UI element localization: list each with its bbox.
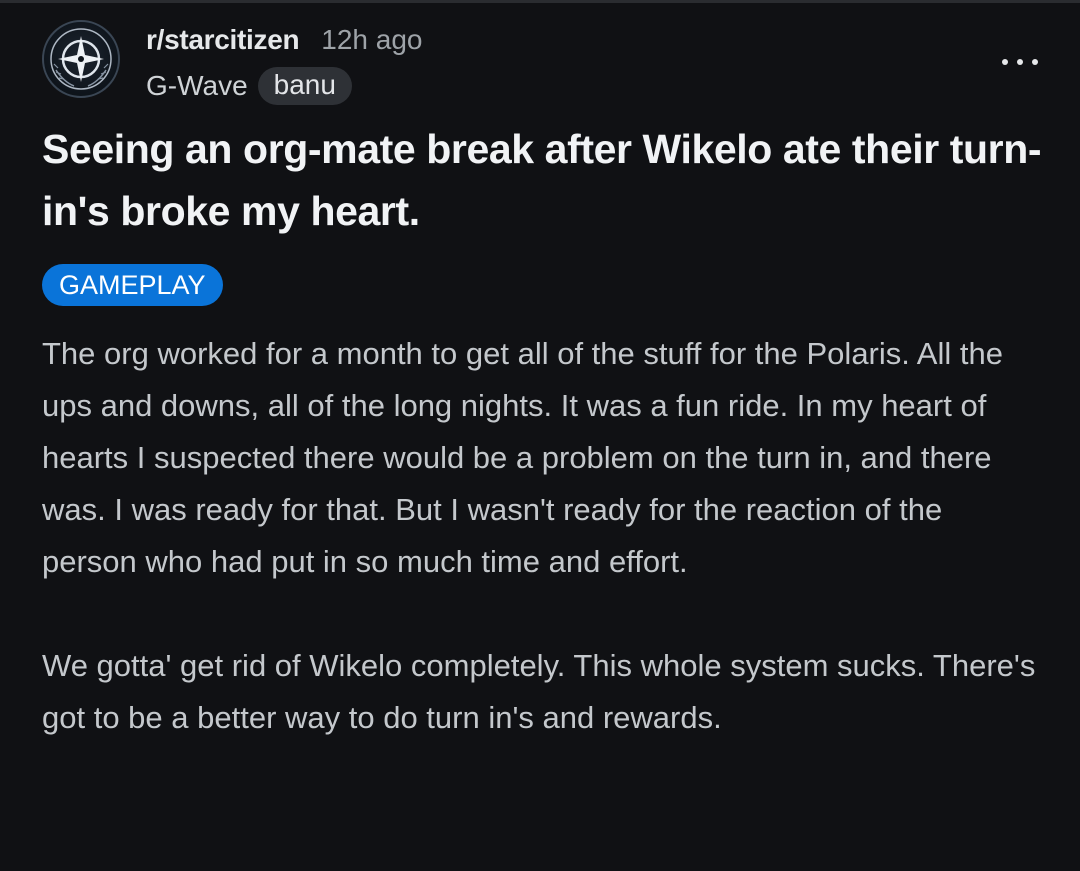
post-header: r/starcitizen 12h ago G-Wave banu [42, 20, 1038, 106]
more-options-icon-dot [1017, 59, 1023, 65]
subreddit-name[interactable]: r/starcitizen [146, 24, 300, 56]
post-flair-badge[interactable]: GAMEPLAY [42, 264, 223, 306]
post-body-paragraph: We gotta' get rid of Wikelo completely. … [42, 648, 1036, 735]
user-flair-badge: banu [257, 67, 352, 105]
post-meta: r/starcitizen 12h ago G-Wave banu [146, 24, 423, 106]
subreddit-row: r/starcitizen 12h ago [146, 24, 423, 60]
post-title[interactable]: Seeing an org-mate break after Wikelo at… [42, 118, 1052, 242]
more-options-icon [1002, 59, 1008, 65]
subreddit-avatar[interactable] [42, 20, 120, 98]
post-body: The org worked for a month to get all of… [42, 328, 1042, 744]
author-row: G-Wave banu [146, 66, 423, 106]
top-divider [0, 0, 1080, 3]
post-body-paragraph: The org worked for a month to get all of… [42, 336, 1003, 579]
more-options-icon-dot [1032, 59, 1038, 65]
star-citizen-logo-icon [50, 28, 112, 90]
author-username[interactable]: G-Wave [146, 70, 248, 102]
more-options-button[interactable] [1002, 52, 1038, 72]
post-timestamp: 12h ago [321, 24, 423, 55]
